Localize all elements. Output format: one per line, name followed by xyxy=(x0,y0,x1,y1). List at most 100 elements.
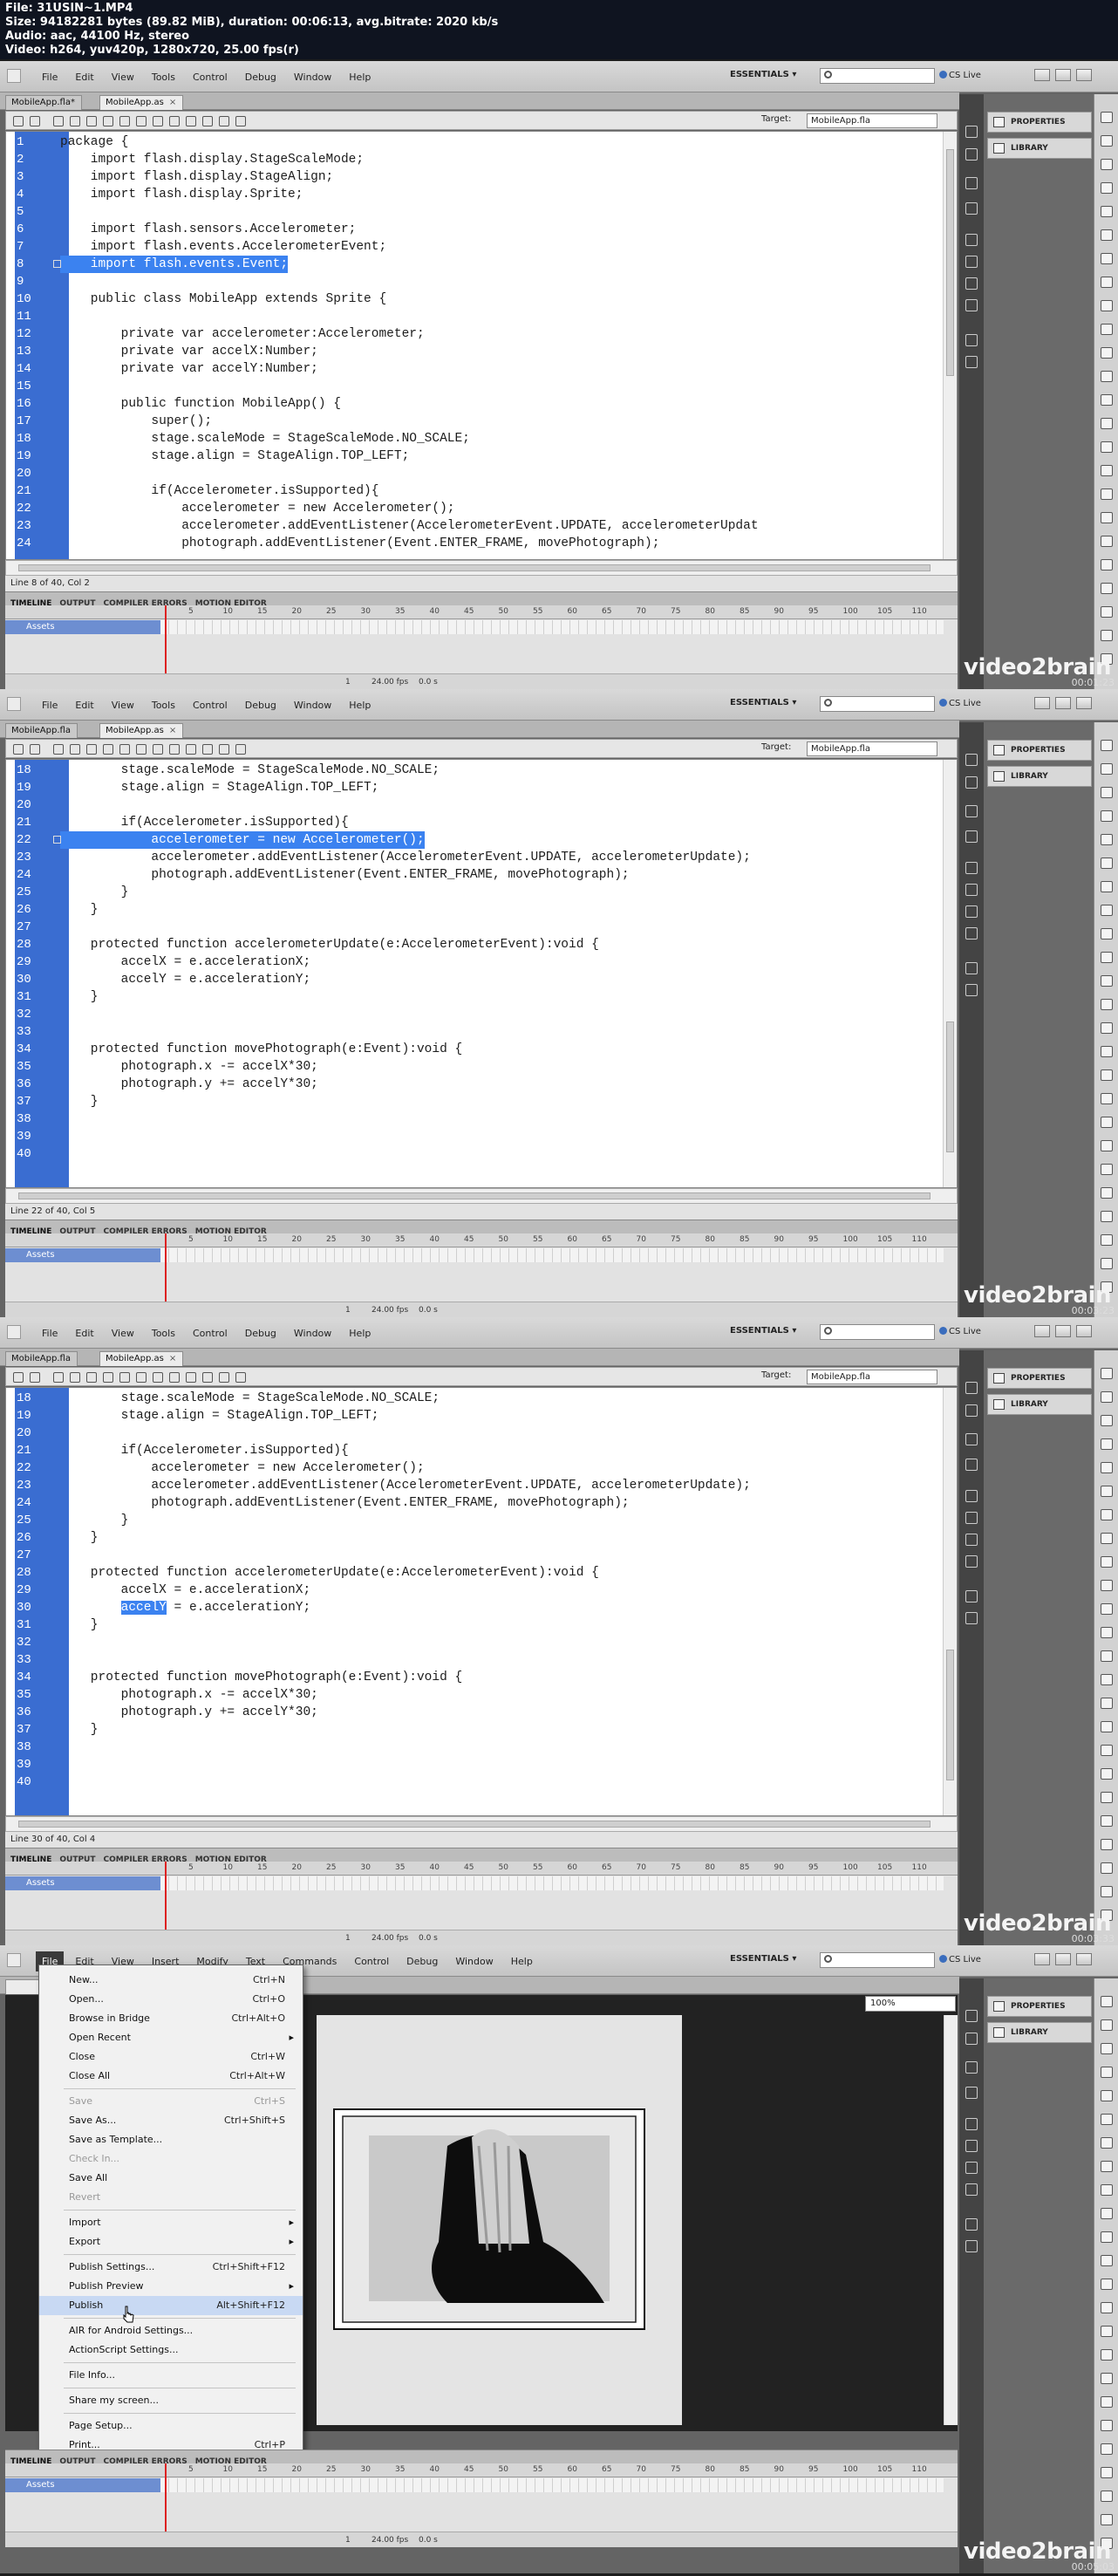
code-line[interactable]: 39 xyxy=(6,1128,939,1145)
motion-presets-icon[interactable] xyxy=(965,2218,978,2231)
frame-cells[interactable] xyxy=(160,620,944,634)
pencil-tool-icon[interactable] xyxy=(1101,324,1113,335)
transform-icon[interactable] xyxy=(965,862,978,874)
close-button[interactable] xyxy=(1076,69,1092,81)
cs-live-button[interactable]: CS Live xyxy=(939,699,981,708)
code-line[interactable]: 23 accelerometer.addEventListener(Accele… xyxy=(6,1477,939,1494)
debug-options-icon[interactable] xyxy=(119,744,130,755)
debug-options-icon[interactable] xyxy=(119,116,130,126)
code-line[interactable]: 39 xyxy=(6,1756,939,1773)
selection-tool-icon[interactable] xyxy=(1101,1368,1113,1379)
code-line[interactable]: 23 accelerometer.addEventListener(Accele… xyxy=(6,517,939,535)
panel-icon-a[interactable] xyxy=(965,754,978,766)
editor-vertical-scrollbar[interactable] xyxy=(943,760,957,1187)
menu-edit[interactable]: Edit xyxy=(75,72,93,83)
lasso-tool-icon[interactable] xyxy=(1101,2090,1113,2101)
bone-tool-icon[interactable] xyxy=(1101,2279,1113,2290)
menu-item-page-setup[interactable]: Page Setup... xyxy=(39,2416,303,2436)
document-tab[interactable]: MobileApp.fla* xyxy=(5,95,82,110)
code-editor[interactable]: 18 stage.scaleMode = StageScaleMode.NO_S… xyxy=(5,1387,958,1816)
panel-properties[interactable]: PROPERTIES xyxy=(987,112,1092,133)
find-icon[interactable] xyxy=(30,116,40,126)
menu-control[interactable]: Control xyxy=(193,72,228,83)
menu-item-save-as[interactable]: Save As... Ctrl+Shift+S xyxy=(39,2111,303,2130)
code-line[interactable]: 17 super(); xyxy=(6,413,939,430)
code-line[interactable]: 24 photograph.addEventListener(Event.ENT… xyxy=(6,866,939,884)
code-line[interactable]: 4 import flash.display.Sprite; xyxy=(6,186,939,203)
stroke-color-icon[interactable] xyxy=(1101,2420,1113,2431)
fold-marker-icon[interactable] xyxy=(53,260,61,268)
menu-window[interactable]: Window xyxy=(294,1328,331,1339)
scroll-thumb[interactable] xyxy=(946,1022,954,1152)
code-line[interactable]: 2 import flash.display.StageScaleMode; xyxy=(6,151,939,168)
menu-item-open-recent[interactable]: Open Recent ▸ xyxy=(39,2028,303,2047)
code-line[interactable]: 34 protected function movePhotograph(e:E… xyxy=(6,1041,939,1058)
free-transform-tool-icon[interactable] xyxy=(1101,787,1113,798)
workspace-switcher[interactable]: ESSENTIALS ▾ xyxy=(730,1326,796,1336)
stroke-color-icon[interactable] xyxy=(1101,1792,1113,1803)
paint-bucket-tool-icon[interactable] xyxy=(1101,1674,1113,1685)
line-tool-icon[interactable] xyxy=(1101,1533,1113,1544)
code-line[interactable]: 21 if(Accelerometer.isSupported){ xyxy=(6,814,939,831)
panel-icon-b[interactable] xyxy=(965,148,978,161)
motion-presets-icon[interactable] xyxy=(965,962,978,974)
check-syntax-icon[interactable] xyxy=(70,1372,80,1383)
color-icon[interactable] xyxy=(965,256,978,268)
code-line[interactable]: 38 xyxy=(6,1739,939,1756)
fill-color-icon[interactable] xyxy=(1101,559,1113,571)
zoom-select[interactable]: 100% xyxy=(865,1996,956,2012)
code-line[interactable]: 30 accelY = e.accelerationY; xyxy=(6,971,939,988)
smooth-icon[interactable] xyxy=(1101,2514,1113,2525)
code-line[interactable]: 32 xyxy=(6,1006,939,1023)
panel-properties[interactable]: PROPERTIES xyxy=(987,1996,1092,2017)
fill-color-icon[interactable] xyxy=(1101,1815,1113,1827)
auto-format-icon[interactable] xyxy=(86,744,97,755)
code-line[interactable]: 27 xyxy=(6,919,939,936)
menu-item-close[interactable]: Close Ctrl+W xyxy=(39,2047,303,2067)
menu-view[interactable]: View xyxy=(112,1328,134,1339)
history-icon[interactable] xyxy=(965,2240,978,2252)
eraser-tool-icon[interactable] xyxy=(1101,2349,1113,2361)
free-transform-tool-icon[interactable] xyxy=(1101,2043,1113,2054)
menu-item-import[interactable]: Import ▸ xyxy=(39,2213,303,2232)
workspace-switcher[interactable]: ESSENTIALS ▾ xyxy=(730,698,796,707)
menu-item-publish-settings[interactable]: Publish Settings... Ctrl+Shift+F12 xyxy=(39,2258,303,2277)
add-statement-icon[interactable] xyxy=(13,744,24,755)
swatches-icon[interactable] xyxy=(965,905,978,918)
close-button[interactable] xyxy=(1076,697,1092,709)
code-line[interactable]: 22 accelerometer = new Accelerometer(); xyxy=(6,831,939,849)
panel-icon-a[interactable] xyxy=(965,126,978,138)
fill-color-icon[interactable] xyxy=(1101,1187,1113,1199)
photograph[interactable] xyxy=(317,2015,682,2425)
code-line[interactable]: 18 stage.scaleMode = StageScaleMode.NO_S… xyxy=(6,762,939,779)
zoom-tool-icon[interactable] xyxy=(1101,1140,1113,1151)
restore-button[interactable] xyxy=(1055,1325,1071,1337)
lasso-tool-icon[interactable] xyxy=(1101,1462,1113,1473)
code-line[interactable]: 9 xyxy=(6,273,939,290)
text-tool-icon[interactable] xyxy=(1101,881,1113,892)
debug-options-icon[interactable] xyxy=(119,1372,130,1383)
swatches-icon[interactable] xyxy=(965,2162,978,2174)
editor-horizontal-scrollbar[interactable] xyxy=(5,1188,958,1204)
selection-tool-icon[interactable] xyxy=(1101,112,1113,123)
show-hide-toolbox-icon[interactable] xyxy=(235,116,246,126)
menu-item-save-all[interactable]: Save All xyxy=(39,2169,303,2188)
paint-bucket-tool-icon[interactable] xyxy=(1101,2302,1113,2313)
free-transform-tool-icon[interactable] xyxy=(1101,159,1113,170)
close-tab-icon[interactable]: × xyxy=(169,1354,176,1363)
check-syntax-icon[interactable] xyxy=(70,116,80,126)
brush-tool-icon[interactable] xyxy=(1101,1603,1113,1615)
swap-colors-icon[interactable] xyxy=(1101,1839,1113,1850)
document-tab[interactable] xyxy=(5,1979,40,1994)
pencil-tool-icon[interactable] xyxy=(1101,952,1113,963)
code-line[interactable]: 35 photograph.x -= accelX*30; xyxy=(6,1686,939,1704)
expand-all-icon[interactable] xyxy=(169,116,180,126)
menu-item-air-for-android-settings[interactable]: AIR for Android Settings... xyxy=(39,2321,303,2340)
text-tool-icon[interactable] xyxy=(1101,253,1113,264)
code-line[interactable]: 16 public function MobileApp() { xyxy=(6,395,939,413)
menu-tools[interactable]: Tools xyxy=(152,1328,175,1339)
code-line[interactable]: 33 xyxy=(6,1023,939,1041)
collapse-selection-icon[interactable] xyxy=(153,116,163,126)
find-icon[interactable] xyxy=(30,744,40,755)
menu-help[interactable]: Help xyxy=(349,72,371,83)
